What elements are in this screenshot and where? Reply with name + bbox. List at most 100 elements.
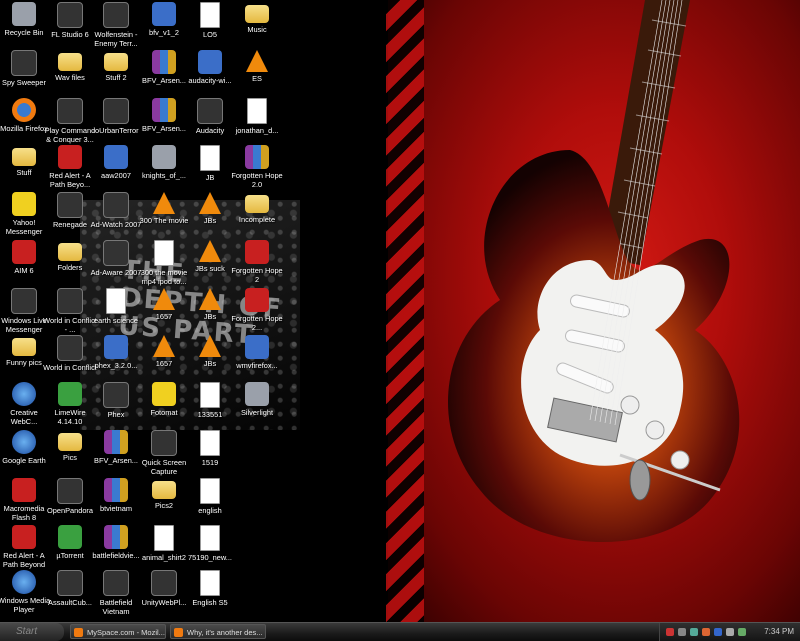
desktop-icon-label: JBs suck [195,264,225,273]
volume-icon[interactable] [726,628,734,636]
desktop-icon[interactable]: BFV_Arsen... [89,430,143,465]
desktop-icon-label: JB [205,173,215,182]
desktop-icon[interactable]: JBs suck [183,240,237,273]
document-icon [200,2,220,28]
forgotten-hope-icon [245,240,269,264]
tray-icon[interactable] [666,628,674,636]
desktop-icon-label: Music [247,25,267,34]
screen-capture-icon [151,430,177,456]
desktop-icon[interactable]: Wolfenstein - Enemy Terr... [89,2,143,48]
desktop-icon[interactable]: english [183,478,237,515]
ad-aware-icon [103,240,129,266]
document-icon [200,382,220,408]
desktop-icon-label: JBs [203,216,217,225]
vlc-icon [246,50,268,72]
desktop-icon-label: btvietnam [99,504,133,513]
desktop-icon-label: Phex [107,410,125,419]
desktop-icon[interactable]: 1519 [183,430,237,467]
desktop-icon[interactable]: Phex [89,382,143,419]
document-icon [200,478,220,504]
network-icon[interactable] [738,628,746,636]
desktop-icon[interactable]: Stuff 2 [89,50,143,82]
word-document-icon [106,288,126,314]
tray-icon[interactable] [678,628,686,636]
desktop-icon[interactable]: audacity-wi... [183,50,237,85]
urban-terror-icon [103,98,129,124]
spy-sweeper-icon [11,50,37,76]
limewire-icon [58,382,82,406]
desktop-icon[interactable]: Forgotten Hope 2 [230,240,284,284]
tray-icon[interactable] [714,628,722,636]
vlc-icon [199,192,221,214]
desktop-icon[interactable]: Ad-Aware 2007 [89,240,143,277]
silverlight-icon [245,382,269,406]
desktop-icon[interactable]: 133551 [183,382,237,419]
folder-icon [152,481,176,499]
folder-icon [58,53,82,71]
installer-icon [104,145,128,169]
start-button[interactable]: Start [0,623,64,641]
desktop-icon[interactable]: ES [230,50,284,83]
document-icon [200,430,220,456]
desktop-icon[interactable]: wmvfirefox... [230,335,284,370]
desktop-icon[interactable]: btvietnam [89,478,143,513]
desktop-icon[interactable]: 75190_new... [183,525,237,562]
desktop-icon-label: Wolfenstein - Enemy Terr... [94,30,138,48]
desktop-icon[interactable]: LO5 [183,2,237,39]
desktop-icon[interactable]: Forgotten Hope 2.0 [230,145,284,189]
desktop-icon[interactable]: JBs [183,288,237,321]
desktop-icon[interactable]: Silverlight [230,382,284,417]
folder-icon [58,243,82,261]
desktop-icon[interactable]: jonathan_d... [230,98,284,135]
desktop-icon-label: JBs [203,359,217,368]
desktop-icon[interactable]: Music [230,2,284,34]
ad-watch-icon [103,192,129,218]
desktop-icon-label: 1519 [201,458,219,467]
renegade-icon [57,192,83,218]
google-earth-icon [12,430,36,454]
desktop-icon[interactable]: JB [183,145,237,182]
winrar-icon [152,50,176,74]
desktop-icon[interactable]: aaw2007 [89,145,143,180]
desktop-icon-label: Battlefield Vietnam [99,598,133,616]
winrar-icon [245,145,269,169]
desktop-icon[interactable]: Forgotten Hope 2... [230,288,284,332]
document-icon [154,240,174,266]
recycle-bin-icon [12,2,36,26]
clock[interactable]: 7:34 PM [764,623,794,641]
vlc-icon [199,335,221,357]
desktop-icon-label: JBs [203,312,217,321]
tray-icon[interactable] [690,628,698,636]
taskbar-task-second[interactable]: Why, it's another des... [170,624,266,639]
installer-icon [152,2,176,26]
wolfenstein-icon [103,2,129,28]
word-document-icon [200,570,220,596]
desktop-icon-label: Incomplete [238,215,276,224]
desktop-icon-label: 133551 [197,410,223,419]
firefox-icon [174,628,183,637]
desktop-icon-label: english [198,506,222,515]
desktop-icon[interactable]: JBs [183,335,237,368]
desktop-icon[interactable]: English S5 [183,570,237,607]
desktop-icon[interactable]: phex_3.2.0... [89,335,143,370]
desktop-icon[interactable]: Ad-Watch 2007 [89,192,143,229]
desktop-icon[interactable]: ioUrbanTerror [89,98,143,135]
task-label: Why, it's another des... [187,628,263,637]
pandora-icon [57,478,83,504]
aim-icon [12,240,36,264]
desktop-icon[interactable]: earth science [89,288,143,325]
desktop-icon[interactable]: Battlefield Vietnam [89,570,143,616]
document-icon [200,525,220,551]
desktop-icon[interactable]: Audacity [183,98,237,135]
desktop-icon[interactable]: battlefieldvie... [89,525,143,560]
firefox-icon [74,628,83,637]
desktop-icon-label: Forgotten Hope 2... [231,314,283,332]
vlc-icon [199,240,221,262]
document-icon [247,98,267,124]
desktop-icon[interactable]: Incomplete [230,192,284,224]
command-conquer-icon [57,98,83,124]
tray-icon[interactable] [702,628,710,636]
desktop-icon[interactable]: JBs [183,192,237,225]
vlc-icon [153,192,175,214]
taskbar-task-myspace[interactable]: MySpace.com - Mozil... [70,624,166,639]
